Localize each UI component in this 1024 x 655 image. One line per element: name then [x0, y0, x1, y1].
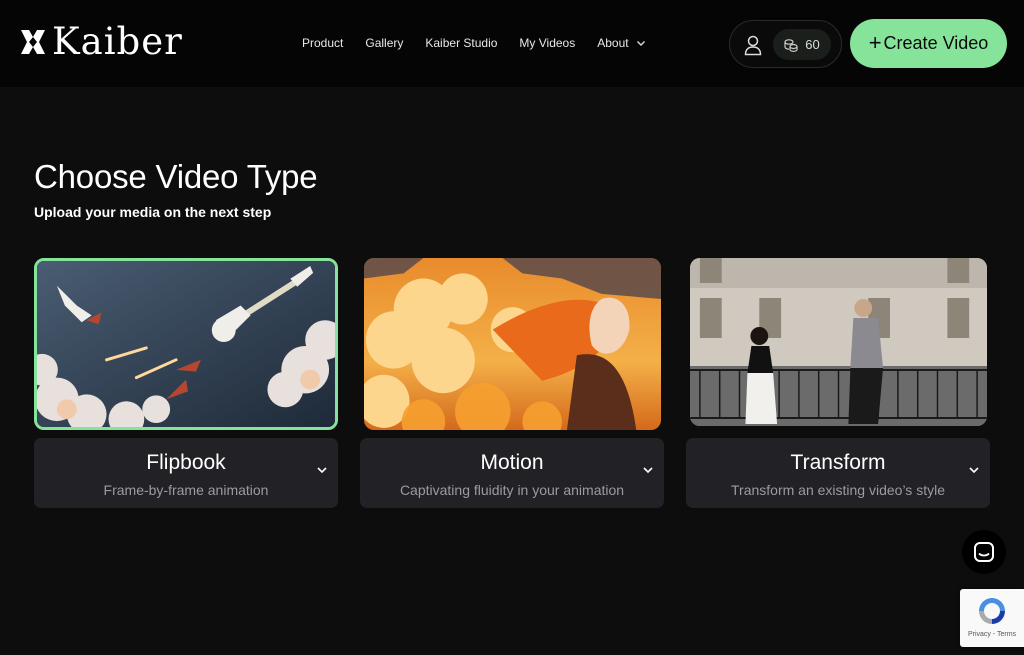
coins-icon [784, 38, 798, 52]
nav-label: About [597, 36, 629, 50]
credits-count: 60 [805, 37, 820, 52]
create-video-button[interactable]: + Create Video [850, 19, 1007, 68]
transform-image [690, 258, 987, 426]
nav-product[interactable]: Product [302, 36, 343, 50]
flipbook-thumbnail[interactable] [34, 258, 338, 430]
nav-label: My Videos [519, 36, 576, 50]
card-description: Transform an existing video’s style [731, 482, 945, 498]
nav-kaiber-studio[interactable]: Kaiber Studio [425, 36, 497, 50]
user-icon[interactable] [743, 34, 763, 56]
logo[interactable]: Kaiber [18, 22, 183, 62]
transform-info[interactable]: Transform Transform an existing video’s … [686, 438, 990, 508]
chevron-down-icon[interactable] [968, 464, 980, 476]
nav-label: Kaiber Studio [425, 36, 498, 50]
motion-info[interactable]: Motion Captivating fluidity in your anim… [360, 438, 664, 508]
motion-thumbnail[interactable] [364, 258, 661, 430]
header: Kaiber Product Gallery Kaiber Studio My … [0, 0, 1024, 87]
chevron-down-icon[interactable] [642, 464, 654, 476]
recaptcha-badge[interactable]: Privacy - Terms [960, 589, 1024, 647]
card-title: Motion [480, 451, 544, 474]
card-title: Flipbook [146, 451, 226, 474]
flipbook-info[interactable]: Flipbook Frame-by-frame animation [34, 438, 338, 508]
motion-image [364, 258, 661, 430]
chevron-down-icon [636, 41, 645, 46]
transform-thumbnail[interactable] [690, 258, 987, 426]
recaptcha-icon [979, 598, 1005, 624]
chevron-down-icon[interactable] [316, 464, 328, 476]
logo-text: Kaiber [52, 20, 183, 63]
nav-label: Product [302, 36, 344, 50]
page-title: Choose Video Type [34, 158, 318, 195]
nav-gallery[interactable]: Gallery [365, 36, 403, 50]
page-subtitle: Upload your media on the next step [34, 204, 272, 220]
recaptcha-links[interactable]: Privacy - Terms [960, 631, 1024, 638]
credits-badge[interactable]: 60 [773, 29, 831, 60]
card-description: Captivating fluidity in your animation [399, 482, 625, 498]
card-description: Frame-by-frame animation [103, 482, 269, 498]
card-title: Transform [790, 451, 886, 474]
plus-icon: + [868, 29, 882, 55]
chat-icon [974, 542, 994, 562]
create-video-label: Create Video [883, 33, 989, 53]
account-pill: 60 [729, 20, 842, 68]
kaiber-logo-icon [21, 30, 45, 54]
nav-label: Gallery [365, 36, 404, 50]
nav-about[interactable]: About [597, 36, 645, 50]
nav-my-videos[interactable]: My Videos [519, 36, 575, 50]
flipbook-image [37, 261, 335, 427]
main-nav: Product Gallery Kaiber Studio My Videos … [302, 36, 646, 50]
chat-launcher-button[interactable] [962, 530, 1006, 574]
